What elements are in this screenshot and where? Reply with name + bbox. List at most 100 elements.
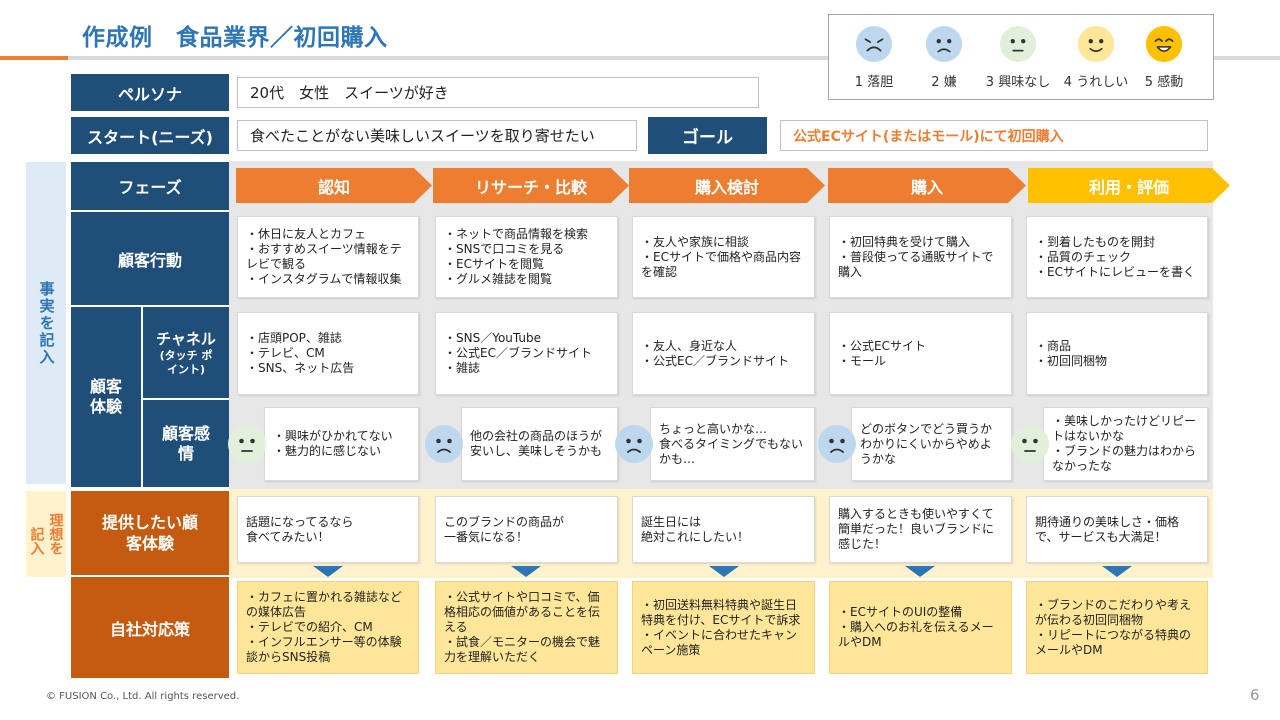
- facts-sidebar: 事実を記入: [26, 162, 66, 484]
- channel-title: チャネル: [156, 330, 216, 348]
- behavior-card: ・友人や家族に相談 ・ECサイトで価格や商品内容を確認: [632, 216, 815, 298]
- start-value: 食べたことがない美味しいスイーツを取り寄せたい: [237, 120, 637, 151]
- row-header-emotion: 顧客感情: [143, 400, 229, 487]
- behavior-text: ・休日に友人とカフェ ・おすすめスイーツ情報をテレビで観る ・インスタグラムで情…: [246, 227, 402, 286]
- persona-value: 20代 女性 スイーツが好き: [237, 77, 759, 108]
- behavior-card: ・初回特典を受けて購入 ・普段使ってる通販サイトで購入: [829, 216, 1012, 298]
- behavior-text: ・ネットで商品情報を検索 ・SNSで口コミを見る ・ECサイトを閲覧 ・グルメ雑…: [444, 227, 589, 286]
- emotion-text: 他の会社の商品のほうが安いし、美味しそうかも: [470, 429, 603, 458]
- legend-label: 3 興味なし: [985, 75, 1051, 90]
- channel-text: ・公式ECサイト ・モール: [838, 338, 926, 368]
- copyright: © FUSION Co., Ltd. All rights reserved.: [46, 691, 240, 702]
- title-underline-accent: [0, 56, 68, 60]
- down-arrow-icon: [313, 566, 343, 577]
- channel-card: ・友人、身近な人 ・公式EC／ブランドサイト: [632, 312, 815, 395]
- measure-text: ・初回送料無料特典や誕生日特典を付け、ECサイトで訴求 ・イベントに合わせたキャ…: [641, 597, 801, 657]
- channel-card: ・商品 ・初回同梱物: [1026, 312, 1208, 395]
- legend-item-5: 5 感動: [1127, 23, 1201, 90]
- channel-text: ・SNS／YouTube ・公式EC／ブランドサイト ・雑誌: [444, 331, 592, 375]
- ideal-card: 誕生日には 絶対これにしたい！: [632, 496, 815, 563]
- emotion-text: ・美味しかったけどリピートはないかな ・ブランドの魅力はわからなかったな: [1052, 414, 1197, 473]
- page-number: 6: [1250, 686, 1260, 704]
- phase-usage: 利用・評価: [1028, 168, 1230, 203]
- row-header-measures: 自社対応策: [71, 577, 229, 678]
- legend-label: 4 うれしい: [1063, 75, 1129, 90]
- phase-consideration: 購入検討: [629, 168, 825, 203]
- ideal-card: 購入するときも使いやすくて簡単だった！良いブランドに感じた！: [829, 496, 1012, 563]
- behavior-text: ・友人や家族に相談 ・ECサイトで価格や商品内容を確認: [641, 234, 801, 279]
- goal-text: 公式ECサイト(またはモール)にて初回購入: [793, 128, 1064, 145]
- behavior-card: ・到着したものを開封 ・品質のチェック ・ECサイトにレビューを書く: [1026, 216, 1208, 298]
- legend-item-4: 4 うれしい: [1059, 23, 1133, 90]
- disappointed-face-icon: [855, 25, 893, 63]
- channel-text: ・友人、身近な人 ・公式EC／ブランドサイト: [641, 338, 789, 368]
- persona-label: ペルソナ: [71, 74, 229, 111]
- ideal-text: 誕生日には 絶対これにしたい！: [641, 514, 750, 544]
- legend-label: 1 落胆: [854, 75, 894, 90]
- ideal-card: このブランドの商品が 一番気になる！: [435, 496, 618, 563]
- down-arrow-icon: [905, 566, 935, 577]
- legend-label: 2 嫌: [931, 75, 957, 90]
- down-arrow-icon: [1102, 566, 1132, 577]
- emotion-text: ・興味がひかれてない ・魅力的に感じない: [273, 429, 393, 458]
- page-title: 作成例 食品業界／初回購入: [82, 25, 388, 51]
- measure-card: ・ECサイトのUIの整備 ・購入へのお礼を伝えるメールやDM: [829, 581, 1012, 674]
- down-arrow-icon: [511, 566, 541, 577]
- delighted-face-icon: [1145, 25, 1183, 63]
- channel-subtitle: (タッチ ポイント): [159, 349, 213, 376]
- measure-text: ・ECサイトのUIの整備 ・購入へのお礼を伝えるメールやDM: [838, 605, 994, 649]
- behavior-card: ・ネットで商品情報を検索 ・SNSで口コミを見る ・ECサイトを閲覧 ・グルメ雑…: [435, 216, 618, 298]
- phase-awareness: 認知: [236, 168, 432, 203]
- ideal-text: 購入するときも使いやすくて簡単だった！良いブランドに感じた！: [838, 507, 995, 551]
- phase-purchase: 購入: [828, 168, 1026, 203]
- emotion-card: ・興味がひかれてない ・魅力的に感じない: [264, 407, 419, 481]
- neutral-face-icon: [999, 25, 1037, 63]
- row-header-channel: チャネル (タッチ ポイント): [143, 307, 229, 398]
- legend-label: 5 感動: [1144, 75, 1184, 90]
- row-header-phase: フェーズ: [71, 162, 229, 210]
- legend-item-2: 2 嫌: [907, 23, 981, 90]
- measure-card: ・カフェに置かれる雑誌などの媒体広告 ・テレビでの紹介、CM ・インフルエンサー…: [237, 581, 419, 674]
- emotion-card: 他の会社の商品のほうが安いし、美味しそうかも: [461, 407, 618, 481]
- ideal-text: 話題になってるなら 食べてみたい！: [246, 514, 354, 544]
- measure-card: ・初回送料無料特典や誕生日特典を付け、ECサイトで訴求 ・イベントに合わせたキャ…: [632, 581, 815, 674]
- ideal-text: 期待通りの美味しさ・価格で、サービスも大満足！: [1035, 514, 1180, 544]
- ideal-card: 話題になってるなら 食べてみたい！: [237, 496, 419, 563]
- behavior-text: ・到着したものを開封 ・品質のチェック ・ECサイトにレビューを書く: [1035, 234, 1195, 279]
- measure-text: ・ブランドのこだわりや考えが伝わる初回同梱物 ・リピートにつながる特典のメールや…: [1035, 597, 1192, 657]
- dislike-face-icon: [925, 25, 963, 63]
- measure-card: ・公式サイトや口コミで、価格相応の価値があることを伝える ・試食／モニターの機会…: [435, 581, 618, 674]
- ideal-sidebar-text-b: 記入: [28, 527, 45, 555]
- channel-card: ・公式ECサイト ・モール: [829, 312, 1012, 395]
- measure-text: ・公式サイトや口コミで、価格相応の価値があることを伝える ・試食／モニターの機会…: [444, 590, 601, 664]
- goal-label: ゴール: [648, 117, 767, 154]
- start-label: スタート(ニーズ): [71, 117, 229, 154]
- ideal-sidebar: 理想を 記入: [26, 491, 66, 577]
- neutral-face-icon: [228, 425, 266, 463]
- emotion-legend: 1 落胆 2 嫌 3 興味なし 4 うれしい 5 感動: [828, 14, 1214, 100]
- measure-text: ・カフェに置かれる雑誌などの媒体広告 ・テレビでの紹介、CM ・インフルエンサー…: [246, 590, 403, 664]
- phase-research: リサーチ・比較: [433, 168, 629, 203]
- facts-sidebar-text: 事実を記入: [37, 280, 56, 366]
- emotion-card: ・美味しかったけどリピートはないかな ・ブランドの魅力はわからなかったな: [1043, 407, 1208, 481]
- channel-text: ・商品 ・初回同梱物: [1035, 338, 1108, 368]
- channel-card: ・SNS／YouTube ・公式EC／ブランドサイト ・雑誌: [435, 312, 618, 395]
- row-header-behavior: 顧客行動: [71, 212, 229, 305]
- emotion-card: ちょっと高いかな… 食べるタイミングでもないかも…: [650, 407, 815, 481]
- happy-face-icon: [1077, 25, 1115, 63]
- measure-card: ・ブランドのこだわりや考えが伝わる初回同梱物 ・リピートにつながる特典のメールや…: [1026, 581, 1208, 674]
- behavior-text: ・初回特典を受けて購入 ・普段使ってる通販サイトで購入: [838, 234, 994, 279]
- legend-item-3: 3 興味なし: [981, 23, 1055, 90]
- emotion-card: どのボタンでどう買うかわかりにくいからやめようかな: [851, 407, 1012, 481]
- channel-card: ・店頭POP、雑誌 ・テレビ、CM ・SNS、ネット広告: [237, 312, 419, 395]
- dislike-face-icon: [818, 425, 856, 463]
- ideal-sidebar-text-a: 理想を: [47, 513, 64, 555]
- ideal-text: このブランドの商品が 一番気になる！: [444, 514, 565, 544]
- behavior-card: ・休日に友人とカフェ ・おすすめスイーツ情報をテレビで観る ・インスタグラムで情…: [237, 216, 419, 298]
- legend-item-1: 1 落胆: [837, 23, 911, 90]
- dislike-face-icon: [615, 425, 653, 463]
- row-header-ideal: 提供したい顧客体験: [71, 491, 229, 575]
- ideal-card: 期待通りの美味しさ・価格で、サービスも大満足！: [1026, 496, 1208, 563]
- emotion-text: ちょっと高いかな… 食べるタイミングでもないかも…: [659, 421, 804, 466]
- goal-value: 公式ECサイト(またはモール)にて初回購入: [780, 120, 1208, 151]
